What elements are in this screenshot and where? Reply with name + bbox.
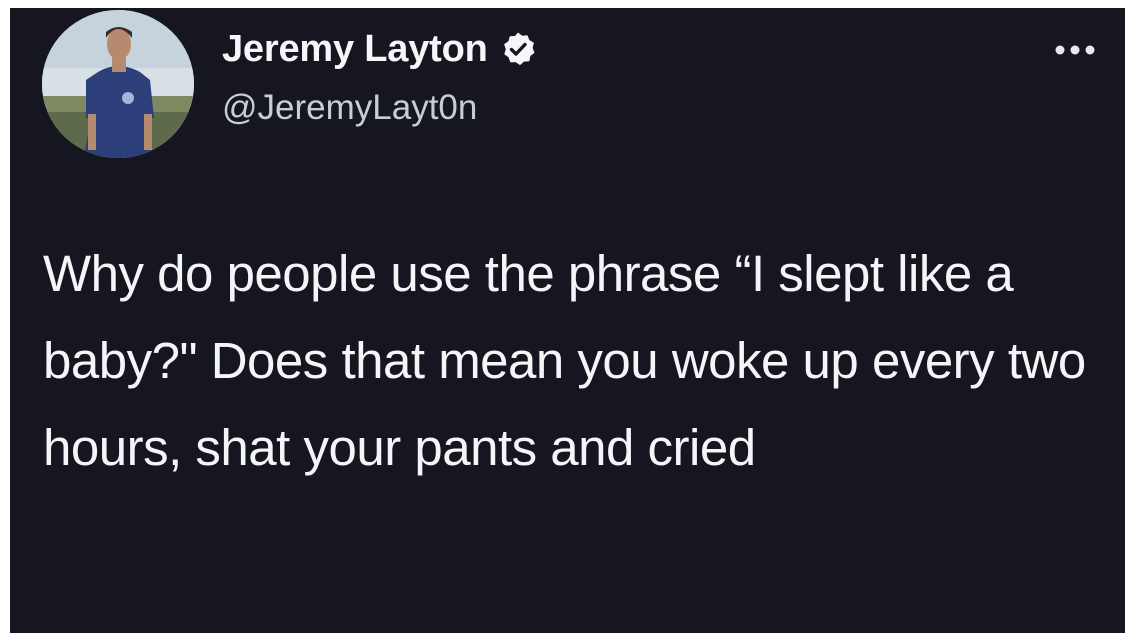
avatar[interactable] xyxy=(42,10,194,158)
more-options-button[interactable] xyxy=(1053,40,1097,60)
ellipsis-icon xyxy=(1055,45,1095,55)
verified-check-icon xyxy=(500,31,536,67)
display-name[interactable]: Jeremy Layton xyxy=(222,28,488,71)
tweet-text: Why do people use the phrase “I slept li… xyxy=(43,245,1086,476)
author-handle[interactable]: @JeremyLayt0n xyxy=(222,88,477,128)
author-name-row: Jeremy Layton xyxy=(222,26,536,72)
tweet-card: Jeremy Layton @JeremyLayt0n Why do peopl… xyxy=(10,8,1125,633)
profile-photo-icon xyxy=(42,10,194,158)
